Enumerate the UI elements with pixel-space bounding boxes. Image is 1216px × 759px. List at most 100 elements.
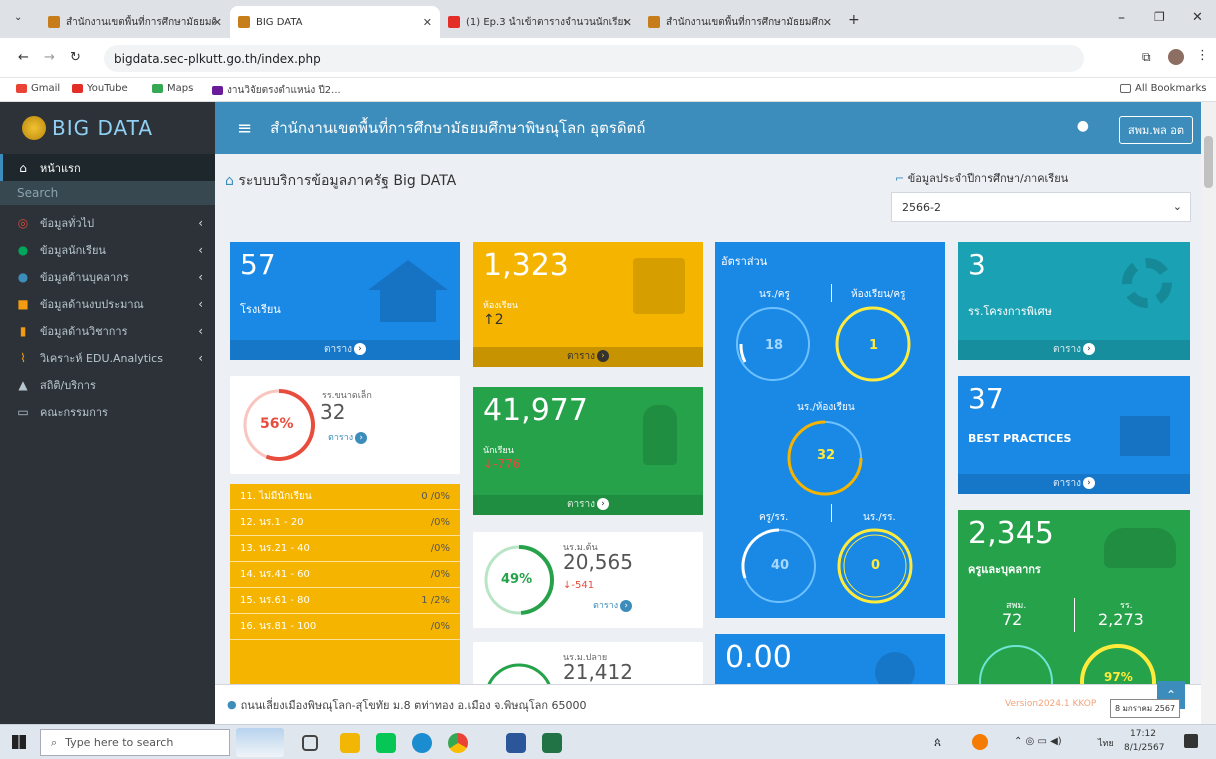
table-row[interactable]: 11. ไม่มีนักเรียน 0 /0%: [230, 484, 460, 510]
special-count: 3: [968, 248, 986, 281]
app-orange-icon[interactable]: [972, 734, 988, 750]
file-explorer-icon[interactable]: [340, 733, 360, 753]
bookmark-gmail[interactable]: Gmail: [16, 83, 60, 94]
year-select[interactable]: 2566-2 ⌄: [891, 192, 1191, 222]
task-view-icon[interactable]: [302, 735, 318, 751]
browser-tab-2[interactable]: BIG DATA ✕: [230, 6, 440, 38]
page-scrollbar[interactable]: [1201, 102, 1216, 724]
restore-icon[interactable]: ❐: [1154, 10, 1165, 24]
link-label: ตาราง: [328, 433, 354, 443]
table-row[interactable]: 12. นร.1 - 20/0%: [230, 510, 460, 536]
close-tab-icon[interactable]: ✕: [823, 16, 832, 29]
staff-sub1-value: 72: [1002, 610, 1023, 629]
menu-icon[interactable]: ⋮: [1196, 48, 1209, 63]
bookmark-research[interactable]: งานวิจัยตรงตำแหน่ง ปี2...: [212, 83, 341, 98]
youtube-favicon-icon: [448, 16, 460, 28]
table-row[interactable]: 16. นร.81 - 100/0%: [230, 614, 460, 640]
new-tab-icon[interactable]: +: [848, 12, 860, 28]
ratio-label-student-room: นร./ห้องเรียน: [797, 402, 855, 413]
browser-tab-3[interactable]: (1) Ep.3 นำเข้าตารางจำนวนนักเรียน... ✕: [440, 6, 640, 38]
bookmark-maps[interactable]: Maps: [152, 83, 193, 94]
hamburger-menu-icon[interactable]: ≡: [237, 118, 252, 139]
sidebar-item-personnel[interactable]: ● ข้อมูลด้านบุคลากร ‹: [0, 263, 215, 290]
close-tab-icon[interactable]: ✕: [623, 16, 632, 29]
taskbar-search-input[interactable]: ⌕ Type here to search: [40, 729, 230, 756]
sidebar-item-students[interactable]: ● ข้อมูลนักเรียน ‹: [0, 236, 215, 263]
best-table-link[interactable]: ตาราง ›: [958, 474, 1190, 494]
close-tab-icon[interactable]: ✕: [213, 16, 222, 29]
user-button[interactable]: สพม.พล อต: [1119, 116, 1193, 144]
classrooms-table-link[interactable]: ตาราง ›: [473, 347, 703, 367]
row-label: 14. นร.41 - 60: [240, 569, 310, 580]
special-table-link[interactable]: ตาราง ›: [958, 340, 1190, 360]
profile-avatar[interactable]: [1168, 49, 1184, 65]
extensions-icon[interactable]: ⧉: [1142, 50, 1151, 65]
small-schools-table-link[interactable]: ตาราง ›: [328, 430, 368, 444]
users-group-icon: [1104, 528, 1176, 568]
arrow-down-icon: ↓: [483, 457, 494, 471]
row-label: 15. นร.61 - 80: [240, 595, 310, 606]
best-practices-box: 37 BEST PRACTICES ตาราง ›: [958, 376, 1190, 494]
sidebar-item-academic[interactable]: ▮ ข้อมูลด้านวิชาการ ‹: [0, 317, 215, 344]
system-tray-icons[interactable]: ⌃ ◎ ▭ ◀): [1014, 736, 1062, 747]
small-schools-box: 56% รร.ขนาดเล็ก 32 ตาราง ›: [230, 376, 460, 474]
chrome-icon[interactable]: [448, 733, 468, 753]
tab-search-button[interactable]: ⌄: [14, 12, 22, 23]
lower-secondary-count: 20,565: [563, 550, 633, 574]
sidebar-item-home[interactable]: ⌂ หน้าแรก: [0, 154, 215, 181]
bookmark-youtube[interactable]: YouTube: [72, 83, 128, 94]
browser-tab-4[interactable]: สำนักงานเขตพื้นที่การศึกษามัธยมศึก... ✕: [640, 6, 840, 38]
clock-time[interactable]: 17:12: [1130, 729, 1156, 739]
minimize-icon[interactable]: –: [1118, 10, 1125, 26]
divider: [831, 504, 832, 522]
scrollbar-thumb[interactable]: [1204, 136, 1213, 188]
ratio-box: อัตราส่วน นร./ครู ห้องเรียน/ครู 18 1 นร.…: [715, 242, 945, 618]
word-icon[interactable]: [506, 733, 526, 753]
gear-icon: [1122, 258, 1172, 308]
home-icon: ⌂: [225, 173, 234, 189]
table-row[interactable]: 15. นร.61 - 80 1 /2%: [230, 588, 460, 614]
map-marker-icon: ●: [227, 698, 237, 711]
sidebar-item-stats[interactable]: ▲ สถิติ/บริการ: [0, 371, 215, 398]
table-row[interactable]: 14. นร.41 - 60/0%: [230, 562, 460, 588]
arrow-circle-icon: ›: [620, 599, 633, 612]
table-row[interactable]: 13. นร.21 - 40/0%: [230, 536, 460, 562]
maps-icon: [152, 84, 163, 93]
sidebar-item-analytics[interactable]: ⌇ วิเคราะห์ EDU.Analytics ‹: [0, 344, 215, 371]
close-tab-icon[interactable]: ✕: [423, 16, 432, 29]
url-text: bigdata.sec-plkutt.go.th/index.php: [114, 51, 321, 66]
browser-tab-1[interactable]: สำนักงานเขตพื้นที่การศึกษามัธยมศึกษ... ✕: [40, 6, 230, 38]
people-icon[interactable]: ጰ: [934, 735, 941, 750]
input-language[interactable]: ไทย: [1098, 736, 1114, 750]
back-icon[interactable]: ←: [18, 50, 29, 65]
students-change: ↓-776: [483, 457, 520, 471]
app-logo[interactable]: BIG DATA: [0, 102, 215, 154]
clock-date[interactable]: 8/1/2567: [1124, 743, 1164, 753]
taskbar-weather-image: [236, 728, 284, 757]
chevron-left-icon: ‹: [198, 215, 203, 230]
users-icon[interactable]: ●: [1077, 118, 1089, 134]
bookmark-favicon-icon: [212, 86, 223, 95]
classrooms-change: ↑2: [483, 312, 504, 328]
students-table-link[interactable]: ตาราง ›: [473, 495, 703, 515]
lower-secondary-table-link[interactable]: ตาราง ›: [593, 598, 633, 612]
forward-icon[interactable]: →: [44, 50, 55, 65]
students-change-value: -776: [493, 457, 521, 471]
lower-secondary-change: ↓-541: [563, 580, 594, 591]
reload-icon[interactable]: ↻: [70, 50, 81, 65]
upper-secondary-count: 21,412: [563, 660, 633, 684]
notifications-icon[interactable]: [1184, 734, 1198, 748]
sidebar-item-general[interactable]: ◎ ข้อมูลทั่วไป ‹: [0, 209, 215, 236]
line-app-icon[interactable]: [376, 733, 396, 753]
sidebar-item-committee[interactable]: ▭ คณะกรรมการ: [0, 398, 215, 425]
schools-table-link[interactable]: ตาราง ›: [230, 340, 460, 360]
sidebar-search-input[interactable]: Search: [0, 181, 215, 205]
excel-icon[interactable]: [542, 733, 562, 753]
close-window-icon[interactable]: ✕: [1192, 10, 1203, 25]
schools-label: โรงเรียน: [240, 303, 281, 316]
url-bar[interactable]: bigdata.sec-plkutt.go.th/index.php: [104, 45, 1084, 72]
windows-start-icon[interactable]: [12, 735, 26, 749]
sidebar-item-budget[interactable]: ■ ข้อมูลด้านงบประมาณ ‹: [0, 290, 215, 317]
all-bookmarks[interactable]: All Bookmarks: [1120, 83, 1206, 94]
edge-icon[interactable]: [412, 733, 432, 753]
